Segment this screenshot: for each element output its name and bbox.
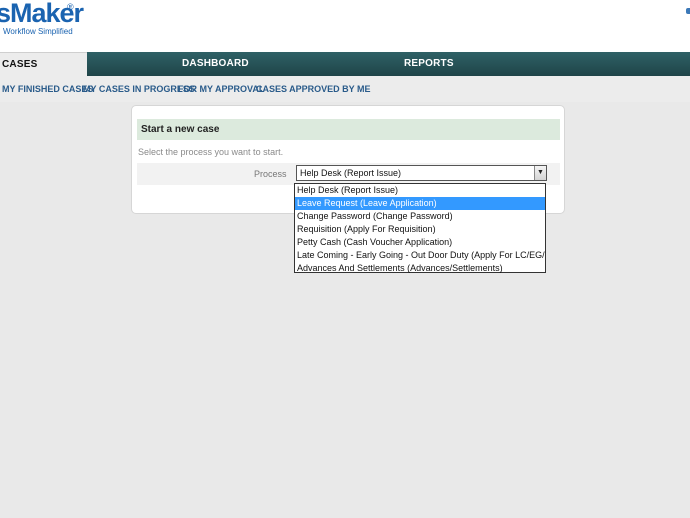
- dropdown-option[interactable]: Petty Cash (Cash Voucher Application): [295, 236, 545, 249]
- process-select-value: Help Desk (Report Issue): [300, 168, 402, 178]
- process-label: Process: [254, 169, 287, 179]
- subnav-my-finished-cases[interactable]: MY FINISHED CASES: [2, 84, 93, 94]
- panel-hint: Select the process you want to start.: [138, 147, 284, 157]
- dropdown-option-highlighted[interactable]: Leave Request (Leave Application): [295, 197, 545, 210]
- header-corner-icon: [686, 8, 690, 14]
- panel-title: Start a new case: [137, 119, 560, 140]
- chevron-down-icon[interactable]: ▼: [534, 166, 546, 180]
- logo-tagline: Workflow Simplified: [3, 27, 73, 36]
- tab-reports[interactable]: REPORTS: [404, 52, 454, 76]
- sub-nav: MY FINISHED CASES MY CASES IN PROGRESS F…: [0, 76, 690, 102]
- main-nav: CASES DASHBOARD REPORTS: [0, 52, 690, 76]
- subnav-for-my-approval[interactable]: FOR MY APPROVAL: [178, 84, 264, 94]
- subnav-cases-approved-by-me[interactable]: CASES APPROVED BY ME: [256, 84, 371, 94]
- dropdown-option[interactable]: Requisition (Apply For Requisition): [295, 223, 545, 236]
- dropdown-option[interactable]: Advances And Settlements (Advances/Settl…: [295, 262, 545, 275]
- tab-dashboard[interactable]: DASHBOARD: [182, 52, 249, 76]
- app-header: sMaker ® Workflow Simplified: [0, 0, 690, 52]
- process-select[interactable]: Help Desk (Report Issue) ▼: [296, 165, 547, 181]
- dropdown-option[interactable]: Help Desk (Report Issue): [295, 184, 545, 197]
- dropdown-option[interactable]: Change Password (Change Password): [295, 210, 545, 223]
- process-dropdown-list: Help Desk (Report Issue) Leave Request (…: [294, 183, 546, 273]
- process-row: Process Help Desk (Report Issue) ▼: [137, 163, 560, 185]
- dropdown-option[interactable]: Late Coming - Early Going - Out Door Dut…: [295, 249, 545, 262]
- tab-cases[interactable]: CASES: [0, 52, 87, 76]
- logo-registered-mark: ®: [67, 2, 74, 12]
